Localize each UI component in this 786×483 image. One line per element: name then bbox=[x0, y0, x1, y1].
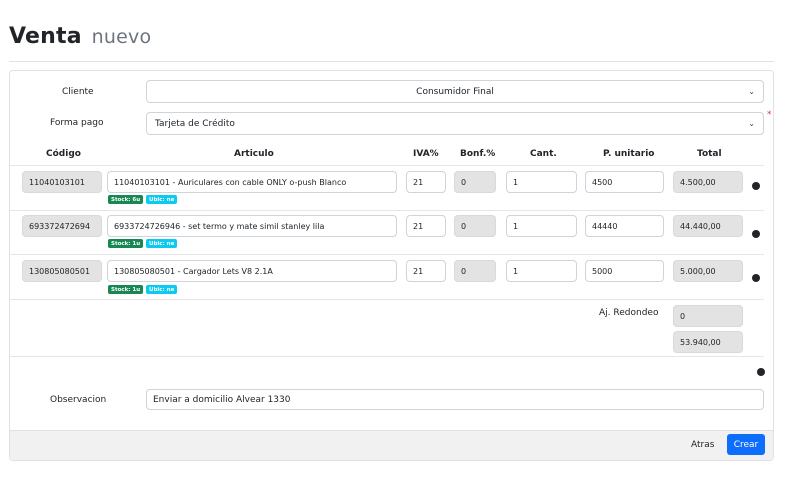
table-row-divider bbox=[10, 299, 764, 300]
column-header-precio: P. unitario bbox=[603, 149, 655, 159]
location-badge: Ubic: ne bbox=[146, 195, 178, 204]
row-codigo-field: 11040103101 bbox=[22, 171, 102, 193]
row-total-field: 5.000,00 bbox=[673, 260, 743, 282]
cliente-select[interactable]: Consumidor Final ⌄ bbox=[146, 80, 764, 103]
create-button[interactable]: Crear bbox=[727, 434, 765, 455]
table-row-divider bbox=[10, 165, 764, 166]
row-bonf-field: 0 bbox=[454, 260, 496, 282]
redondeo-field: 0 bbox=[673, 305, 743, 327]
column-header-articulo: Articulo bbox=[234, 149, 274, 159]
table-row-divider bbox=[10, 356, 764, 357]
stock-badge: Stock: 6u bbox=[108, 195, 144, 204]
grand-total-field: 53.940,00 bbox=[673, 331, 743, 353]
table-row-divider bbox=[10, 254, 764, 255]
forma-pago-label: Forma pago bbox=[50, 118, 104, 128]
row-cant-field[interactable]: 1 bbox=[506, 171, 577, 193]
chevron-down-icon: ⌄ bbox=[748, 87, 755, 96]
remove-row-icon[interactable] bbox=[752, 274, 760, 282]
row-total-field: 4.500,00 bbox=[673, 171, 743, 193]
row-articulo-field[interactable]: 130805080501 - Cargador Lets V8 2.1A bbox=[107, 260, 397, 282]
row-bonf-field: 0 bbox=[454, 171, 496, 193]
cliente-label: Cliente bbox=[62, 87, 94, 97]
column-header-total: Total bbox=[697, 149, 722, 159]
title-divider bbox=[9, 61, 774, 62]
add-row-icon[interactable] bbox=[757, 368, 765, 376]
row-articulo-field[interactable]: 6933724726946 - set termo y mate simil s… bbox=[107, 215, 397, 237]
remove-row-icon[interactable] bbox=[752, 230, 760, 238]
location-badge: Ubic: ne bbox=[146, 285, 178, 294]
redondeo-label: Aj. Redondeo bbox=[599, 308, 659, 318]
page-title: Venta nuevo bbox=[9, 24, 151, 49]
row-cant-field[interactable]: 1 bbox=[506, 215, 577, 237]
observacion-input[interactable]: Enviar a domicilio Alvear 1330 bbox=[146, 389, 764, 410]
row-iva-field[interactable]: 21 bbox=[406, 171, 446, 193]
row-codigo-field: 130805080501 bbox=[22, 260, 102, 282]
observacion-label: Observacion bbox=[50, 395, 107, 405]
chevron-down-icon: ⌄ bbox=[748, 119, 755, 128]
page-title-subtitle: nuevo bbox=[91, 26, 152, 48]
forma-pago-select[interactable]: Tarjeta de Crédito ⌄ bbox=[146, 112, 764, 135]
forma-pago-select-value: Tarjeta de Crédito bbox=[155, 118, 235, 129]
table-row-divider bbox=[10, 210, 764, 211]
stock-badge: Stock: 1u bbox=[108, 239, 144, 248]
back-button[interactable]: Atras bbox=[691, 440, 714, 450]
row-iva-field[interactable]: 21 bbox=[406, 215, 446, 237]
row-total-field: 44.440,00 bbox=[673, 215, 743, 237]
required-asterisk: * bbox=[767, 110, 772, 120]
row-cant-field[interactable]: 1 bbox=[506, 260, 577, 282]
column-header-iva: IVA% bbox=[413, 149, 439, 159]
column-header-bonf: Bonf.% bbox=[460, 149, 496, 159]
row-precio-field[interactable]: 5000 bbox=[585, 260, 664, 282]
cliente-select-value: Consumidor Final bbox=[416, 86, 494, 97]
remove-row-icon[interactable] bbox=[752, 182, 760, 190]
column-header-cant: Cant. bbox=[530, 149, 557, 159]
row-precio-field[interactable]: 44440 bbox=[585, 215, 664, 237]
location-badge: Ubic: ne bbox=[146, 239, 178, 248]
row-bonf-field: 0 bbox=[454, 215, 496, 237]
stock-badge: Stock: 1u bbox=[108, 285, 144, 294]
row-iva-field[interactable]: 21 bbox=[406, 260, 446, 282]
row-articulo-field[interactable]: 11040103101 - Auriculares con cable ONLY… bbox=[107, 171, 397, 193]
form-footer bbox=[10, 430, 773, 460]
row-codigo-field: 693372472694 bbox=[22, 215, 102, 237]
page-title-main: Venta bbox=[9, 24, 82, 49]
column-header-codigo: Código bbox=[46, 149, 81, 159]
row-precio-field[interactable]: 4500 bbox=[585, 171, 664, 193]
